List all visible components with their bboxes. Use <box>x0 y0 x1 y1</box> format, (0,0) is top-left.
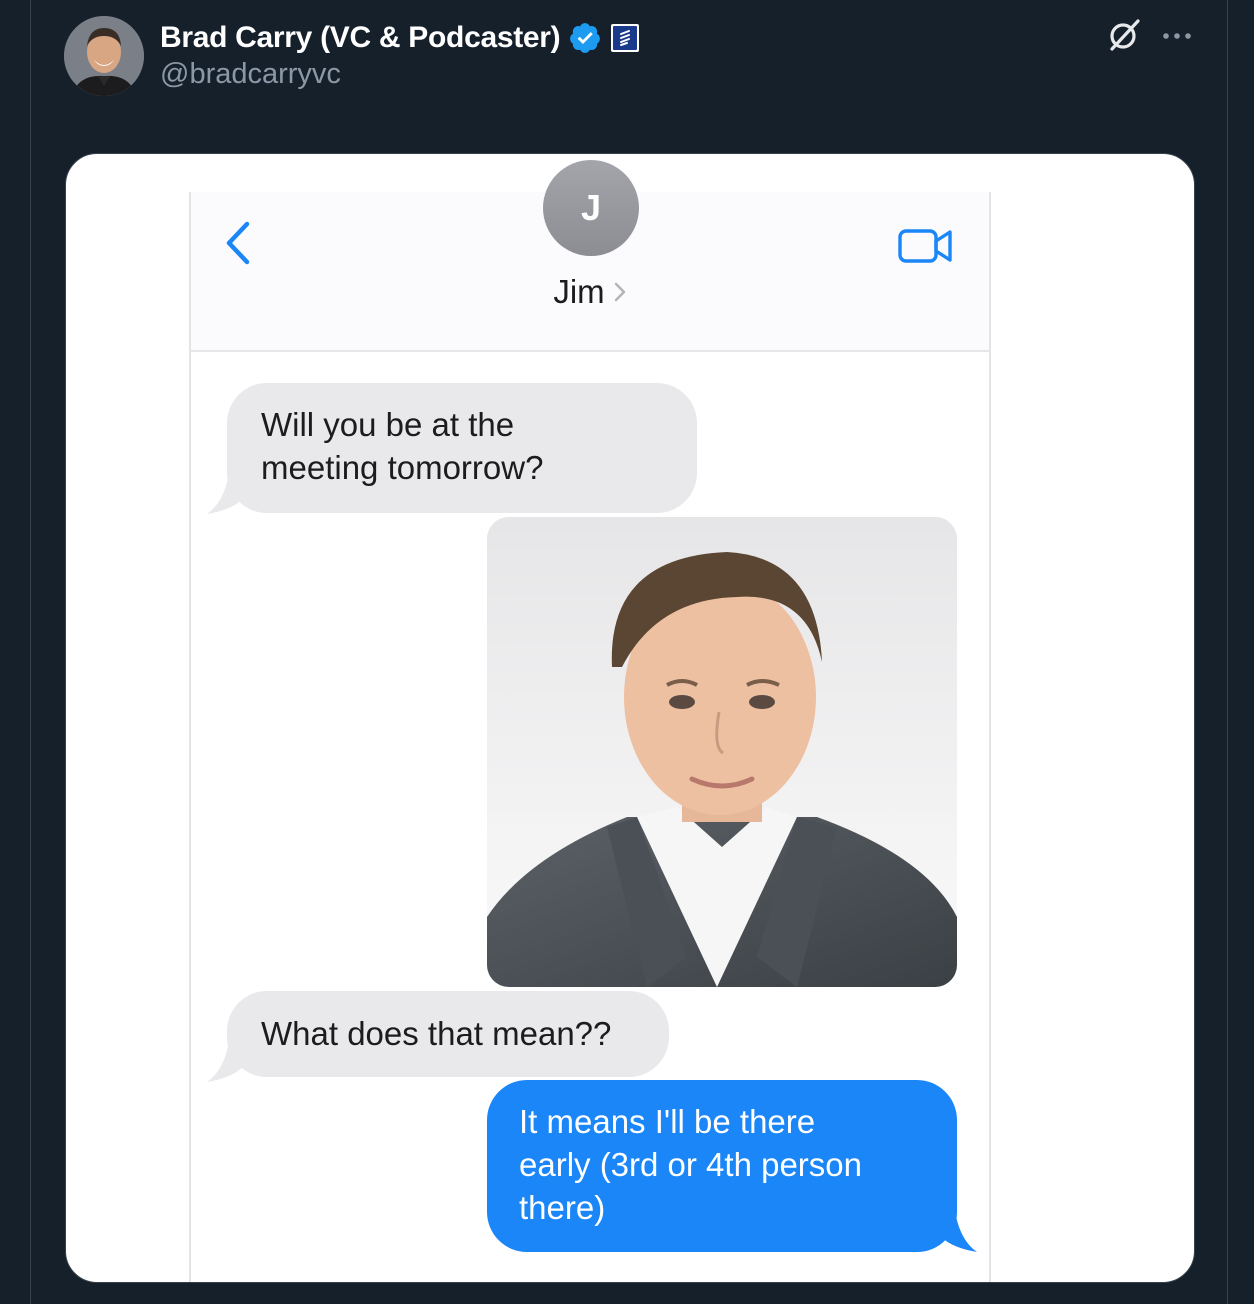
author-avatar[interactable] <box>64 16 144 96</box>
more-options-icon[interactable] <box>1160 22 1194 50</box>
message-incoming[interactable]: What does that mean?? <box>227 991 669 1077</box>
message-line: It means I'll be there <box>519 1103 816 1140</box>
conversation-header: J Jim <box>191 160 989 352</box>
message-line: meeting tomorrow? <box>261 449 544 486</box>
message-line: there) <box>519 1189 606 1226</box>
portrait-photo <box>487 517 957 987</box>
contact-initial: J <box>580 187 602 228</box>
message-line: early (3rd or 4th person <box>519 1146 863 1183</box>
tweet-media[interactable]: J Jim Will you be at the meeting tomorro… <box>65 153 1195 1283</box>
chevron-right-icon <box>614 282 625 302</box>
message-line: What does that mean?? <box>261 1015 612 1052</box>
affiliate-badge-icon[interactable] <box>610 23 640 53</box>
message-photo[interactable] <box>487 517 957 987</box>
author-handle[interactable]: @bradcarryvc <box>160 58 341 91</box>
author-line: Brad Carry (VC & Podcaster) <box>160 16 640 60</box>
message-outgoing[interactable]: It means I'll be there early (3rd or 4th… <box>487 1080 957 1252</box>
chevron-left-icon[interactable] <box>221 220 255 266</box>
message-incoming[interactable]: Will you be at the meeting tomorrow? <box>227 383 697 513</box>
messages-screenshot: J Jim Will you be at the meeting tomorro… <box>189 160 991 1282</box>
grok-icon[interactable] <box>1105 16 1143 54</box>
avatar-photo <box>64 16 144 96</box>
video-camera-icon[interactable] <box>897 226 955 266</box>
verified-badge-icon[interactable] <box>568 21 602 55</box>
contact-name: Jim <box>553 273 605 310</box>
contact-avatar[interactable]: J <box>543 160 639 256</box>
message-line: Will you be at the <box>261 406 515 443</box>
contact-info[interactable]: Jim <box>191 272 989 312</box>
author-name[interactable]: Brad Carry (VC & Podcaster) <box>160 21 561 55</box>
